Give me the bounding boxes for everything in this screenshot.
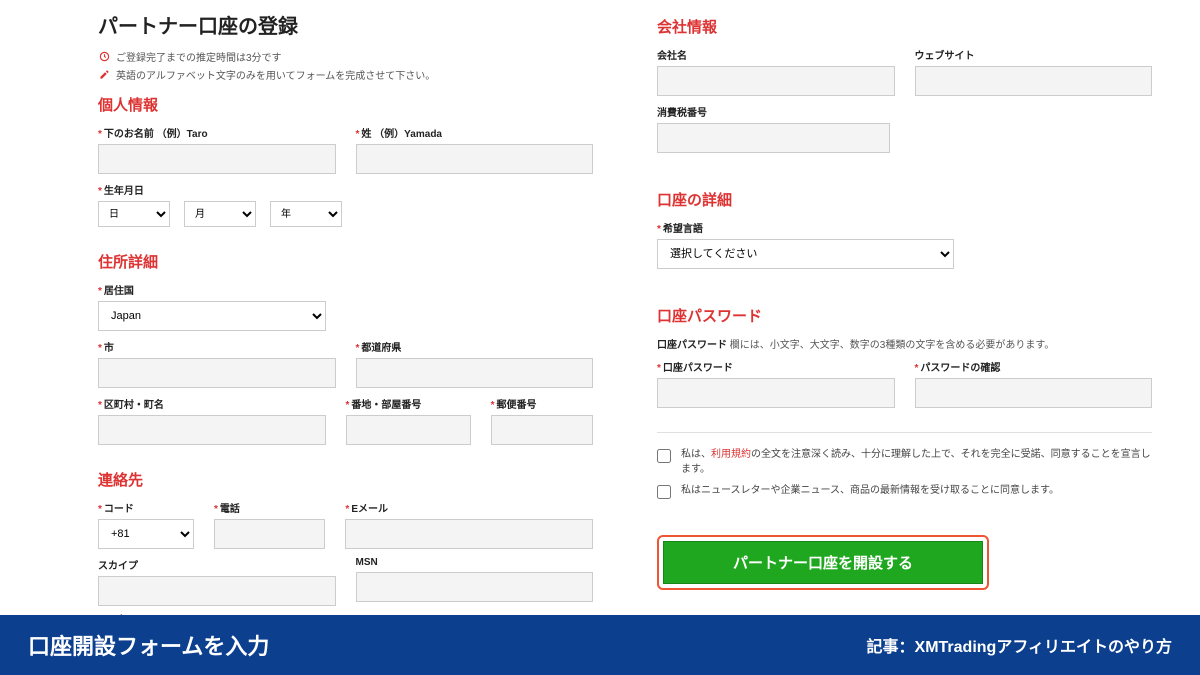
password-confirm-input[interactable] [915, 378, 1153, 408]
section-password: 口座パスワード [657, 305, 1152, 326]
tax-no-input[interactable] [657, 123, 890, 153]
section-address: 住所詳細 [98, 251, 593, 272]
skype-input[interactable] [98, 576, 336, 606]
website-label: ウェブサイト [915, 47, 1153, 62]
page-title: パートナー口座の登録 [98, 10, 593, 39]
section-contact: 連絡先 [98, 469, 593, 490]
town-input[interactable] [98, 415, 326, 445]
street-label: *番地・部屋番号 [346, 396, 471, 411]
notice-time-text: ご登録完了までの推定時間は3分です [116, 49, 282, 64]
dob-label: *生年月日 [98, 182, 593, 197]
terms-checkbox[interactable] [657, 449, 671, 463]
first-name-label: *下のお名前 （例）Taro [98, 125, 336, 140]
phone-input[interactable] [214, 519, 325, 549]
code-label: *コード [98, 500, 194, 515]
skype-label: スカイプ [98, 557, 336, 572]
password-help: 口座パスワード 欄には、小文字、大文字、数字の3種類の文字を含める必要があります… [657, 336, 1152, 351]
country-label: *居住国 [98, 282, 326, 297]
postal-input[interactable] [491, 415, 593, 445]
newsletter-text: 私はニュースレターや企業ニュース、商品の最新情報を受け取ることに同意します。 [681, 483, 1059, 498]
newsletter-checkbox[interactable] [657, 485, 671, 499]
last-name-input[interactable] [356, 144, 594, 174]
last-name-label: *姓 （例）Yamada [356, 125, 594, 140]
pencil-icon [98, 69, 110, 81]
company-name-label: 会社名 [657, 47, 895, 62]
first-name-input[interactable] [98, 144, 336, 174]
dob-day-select[interactable]: 日 [98, 201, 170, 227]
notice-lang-text: 英語のアルファベット文字のみを用いてフォームを完成させて下さい。 [116, 67, 435, 82]
code-select[interactable]: +81 [98, 519, 194, 549]
section-personal: 個人情報 [98, 94, 593, 115]
country-select[interactable]: Japan [98, 301, 326, 331]
password-label: *口座パスワード [657, 359, 895, 374]
city-input[interactable] [98, 358, 336, 388]
footer-bar: 口座開設フォームを入力 記事：XMTradingアフィリエイトのやり方 [0, 615, 1200, 675]
notice-lang: 英語のアルファベット文字のみを用いてフォームを完成させて下さい。 [98, 67, 593, 82]
notice-time: ご登録完了までの推定時間は3分です [98, 49, 593, 64]
dob-month-select[interactable]: 月 [184, 201, 256, 227]
terms-link[interactable]: 利用規約 [711, 449, 751, 460]
section-account: 口座の詳細 [657, 189, 1152, 210]
prefecture-label: *都道府県 [356, 339, 594, 354]
msn-label: MSN [356, 557, 594, 568]
clock-icon [98, 51, 110, 63]
submit-button[interactable]: パートナー口座を開設する [663, 541, 983, 584]
company-name-input[interactable] [657, 66, 895, 96]
city-label: *市 [98, 339, 336, 354]
dob-year-select[interactable]: 年 [270, 201, 342, 227]
footer-article: 記事：XMTradingアフィリエイトのやり方 [867, 633, 1172, 657]
pref-lang-select[interactable]: 選択してください [657, 239, 954, 269]
pref-lang-label: *希望言語 [657, 220, 954, 235]
section-company: 会社情報 [657, 16, 1152, 37]
prefecture-input[interactable] [356, 358, 594, 388]
separator [657, 432, 1152, 433]
postal-label: *郵便番号 [491, 396, 593, 411]
footer-title: 口座開設フォームを入力 [28, 629, 269, 661]
email-label: *Eメール [345, 500, 593, 515]
email-input[interactable] [345, 519, 593, 549]
tax-no-label: 消費税番号 [657, 104, 890, 119]
phone-label: *電話 [214, 500, 325, 515]
town-label: *区町村・町名 [98, 396, 326, 411]
website-input[interactable] [915, 66, 1153, 96]
password-confirm-label: *パスワードの確認 [915, 359, 1153, 374]
street-input[interactable] [346, 415, 471, 445]
msn-input[interactable] [356, 572, 594, 602]
terms-text: 私は、利用規約の全文を注意深く読み、十分に理解した上で、それを完全に受諾、同意す… [681, 447, 1152, 477]
password-input[interactable] [657, 378, 895, 408]
submit-highlight: パートナー口座を開設する [657, 535, 989, 590]
